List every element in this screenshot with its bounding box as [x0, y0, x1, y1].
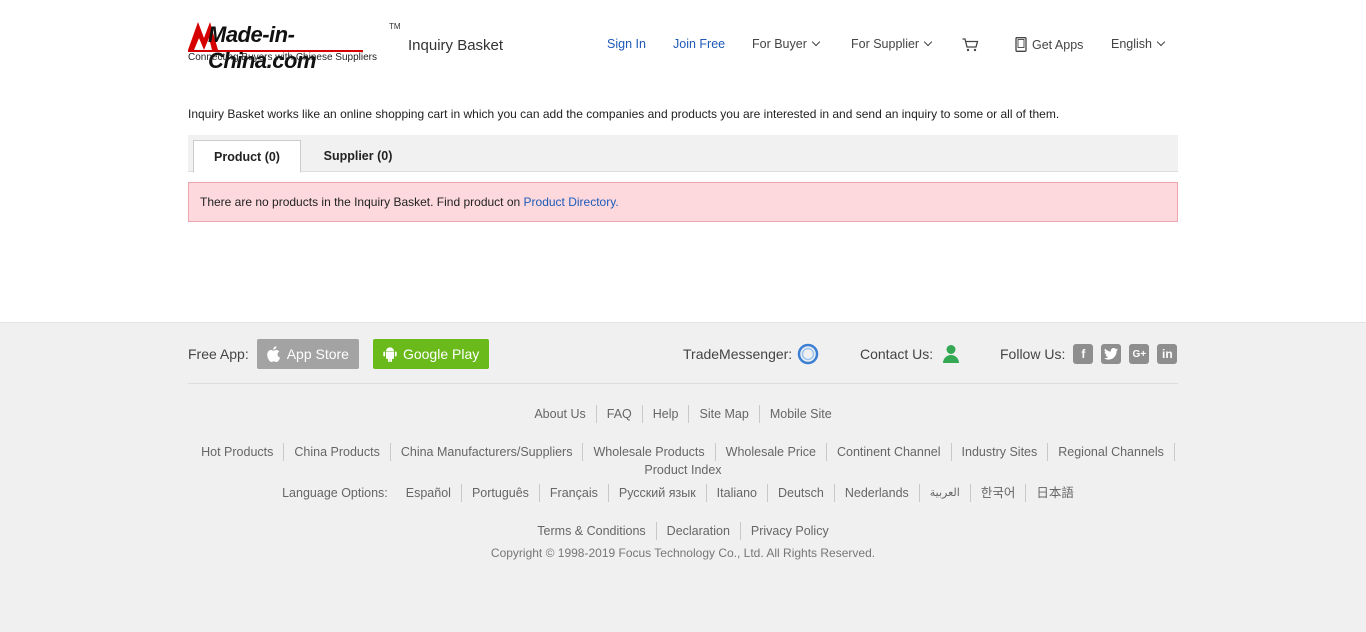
language-link[interactable]: Deutsch — [766, 484, 834, 502]
contact-label: Contact Us: — [860, 346, 934, 362]
google-play-label: Google Play — [402, 346, 480, 362]
facebook-icon[interactable]: f — [1073, 344, 1094, 364]
language-link[interactable]: 한국어 — [969, 484, 1026, 502]
footer-link[interactable]: Hot Products — [191, 443, 283, 461]
mobile-phone-icon — [1015, 37, 1027, 52]
language-options-label: Language Options: — [282, 486, 388, 500]
language-link[interactable]: Português — [460, 484, 539, 502]
cart-button[interactable] — [962, 38, 979, 52]
trade-messenger-icon[interactable] — [797, 343, 819, 365]
language-link[interactable]: Русский язык — [607, 484, 706, 502]
footer-link[interactable]: About Us — [524, 405, 595, 423]
language-label: English — [1111, 37, 1152, 51]
cart-icon — [962, 38, 979, 52]
notice-text: There are no products in the Inquiry Bas… — [200, 195, 524, 209]
intro-text: Inquiry Basket works like an online shop… — [188, 107, 1060, 121]
for-supplier-menu[interactable]: For Supplier — [851, 37, 933, 51]
footer-link[interactable]: Site Map — [688, 405, 758, 423]
language-selector[interactable]: English — [1111, 37, 1166, 51]
footer-links-primary: About Us FAQ Help Site Map Mobile Site — [188, 405, 1178, 423]
tab-supplier[interactable]: Supplier (0) — [308, 140, 408, 172]
language-link[interactable]: 日本語 — [1025, 484, 1084, 502]
footer-link[interactable]: Mobile Site — [758, 405, 842, 423]
free-app-section: Free App: App Store Google Play — [188, 339, 490, 369]
language-link[interactable]: Italiano — [705, 484, 767, 502]
get-apps-label: Get Apps — [1032, 37, 1084, 52]
page-title: Inquiry Basket — [408, 37, 504, 54]
footer-link[interactable]: China Manufacturers/Suppliers — [389, 443, 583, 461]
android-icon — [383, 347, 397, 362]
sign-in-link[interactable]: Sign In — [607, 37, 646, 51]
chevron-down-icon — [923, 37, 933, 47]
app-store-button[interactable]: App Store — [256, 339, 359, 369]
free-app-label: Free App: — [188, 346, 249, 362]
google-plus-icon[interactable]: G+ — [1129, 344, 1150, 364]
footer-link[interactable]: Help — [641, 405, 689, 423]
for-supplier-label: For Supplier — [851, 37, 920, 51]
follow-section: Follow Us: f G+ in — [1000, 339, 1178, 369]
trade-messenger-section: TradeMessenger: — [683, 339, 819, 369]
footer: Free App: App Store Google Play TradeMes… — [0, 322, 1366, 632]
trade-messenger-label: TradeMessenger: — [683, 346, 793, 362]
join-free-link[interactable]: Join Free — [673, 37, 725, 51]
copyright: Copyright © 1998-2019 Focus Technology C… — [490, 546, 876, 560]
footer-link[interactable]: Wholesale Products — [582, 443, 714, 461]
twitter-icon[interactable] — [1101, 344, 1122, 364]
logo-text: Made-in-China.com — [208, 22, 316, 73]
tab-bar: Product (0) Supplier (0) — [188, 135, 1178, 173]
follow-label: Follow Us: — [1000, 346, 1066, 362]
contact-section: Contact Us: — [860, 339, 960, 369]
footer-link[interactable]: Continent Channel — [825, 443, 951, 461]
footer-link[interactable]: Privacy Policy — [739, 522, 839, 540]
footer-links-secondary: Hot Products China Products China Manufa… — [188, 443, 1178, 479]
footer-link[interactable]: Terms & Conditions — [527, 522, 655, 540]
linkedin-icon[interactable]: in — [1157, 344, 1178, 364]
apple-icon — [266, 346, 280, 362]
for-buyer-menu[interactable]: For Buyer — [752, 37, 821, 51]
footer-divider — [188, 383, 1178, 384]
language-link[interactable]: العربية — [918, 484, 970, 502]
language-link[interactable]: Español — [396, 484, 461, 502]
get-apps-link[interactable]: Get Apps — [1015, 37, 1083, 52]
footer-link[interactable]: Declaration — [655, 522, 740, 540]
product-directory-link[interactable]: Product Directory. — [524, 195, 619, 209]
footer-link[interactable]: Wholesale Price — [714, 443, 826, 461]
chevron-down-icon — [1156, 37, 1166, 47]
empty-basket-notice: There are no products in the Inquiry Bas… — [188, 182, 1178, 222]
logo-tagline: Connecting Buyers with Chinese Suppliers — [188, 52, 377, 63]
app-store-label: App Store — [286, 346, 349, 362]
site-logo[interactable]: Made-in-China.com TM Connecting Buyers w… — [188, 20, 401, 73]
footer-link[interactable]: FAQ — [595, 405, 642, 423]
contact-person-icon[interactable] — [942, 344, 960, 364]
language-options: Language Options: Español Português Fran… — [188, 484, 1178, 502]
google-play-button[interactable]: Google Play — [372, 339, 490, 369]
language-link[interactable]: Nederlands — [833, 484, 919, 502]
tab-product[interactable]: Product (0) — [193, 140, 301, 173]
footer-legal-links: Terms & Conditions Declaration Privacy P… — [188, 522, 1178, 540]
header: Made-in-China.com TM Connecting Buyers w… — [0, 0, 1366, 90]
chevron-down-icon — [811, 37, 821, 47]
footer-link[interactable]: Industry Sites — [950, 443, 1048, 461]
footer-link[interactable]: China Products — [283, 443, 389, 461]
footer-link[interactable]: Regional Channels — [1047, 443, 1175, 461]
for-buyer-label: For Buyer — [752, 37, 807, 51]
language-link[interactable]: Français — [538, 484, 608, 502]
logo-trademark: TM — [389, 22, 401, 31]
footer-link[interactable]: Product Index — [634, 461, 731, 479]
